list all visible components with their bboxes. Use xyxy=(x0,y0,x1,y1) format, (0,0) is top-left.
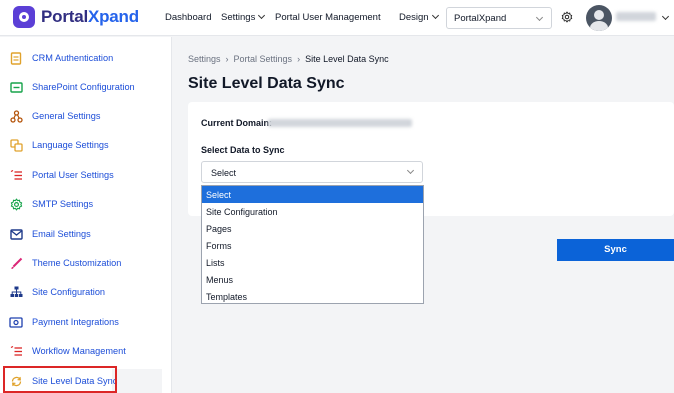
sidebar-item-label: Payment Integrations xyxy=(32,317,119,327)
select-data-label: Select Data to Sync xyxy=(201,145,285,155)
user-name[interactable] xyxy=(616,12,656,21)
sidebar-item-theme-customization[interactable]: Theme Customization xyxy=(0,249,172,277)
sidebar-item-payment-integrations[interactable]: Payment Integrations xyxy=(0,308,172,336)
nav-design[interactable]: Design xyxy=(399,11,439,23)
panel-icon xyxy=(9,80,23,94)
sitemap-icon xyxy=(9,285,23,299)
chevron-down-icon xyxy=(258,11,266,20)
current-domain-value xyxy=(268,119,412,127)
gear-icon xyxy=(9,197,23,211)
site-select[interactable]: PortalXpand xyxy=(446,7,552,29)
logo-icon xyxy=(13,6,35,28)
mail-icon xyxy=(9,227,23,241)
brush-icon xyxy=(9,256,23,270)
option-pages[interactable]: Pages xyxy=(202,220,423,237)
select-value: Select xyxy=(211,168,237,178)
avatar[interactable] xyxy=(586,5,612,31)
chevron-down-icon[interactable] xyxy=(661,12,670,21)
sidebar-item-label: General Settings xyxy=(32,111,101,121)
sidebar-item-label: Email Settings xyxy=(32,229,91,239)
logo-text-accent: Xpand xyxy=(87,7,139,26)
sidebar-item-site-configuration[interactable]: Site Configuration xyxy=(0,278,172,306)
breadcrumb-settings[interactable]: Settings xyxy=(188,54,221,64)
sidebar-item-language-settings[interactable]: Language Settings xyxy=(0,131,172,159)
sidebar-item-portal-user-settings[interactable]: Portal User Settings xyxy=(0,161,172,189)
option-forms[interactable]: Forms xyxy=(202,237,423,254)
chevron-right-icon: › xyxy=(297,54,301,64)
sidebar-item-email-settings[interactable]: Email Settings xyxy=(0,220,172,248)
payment-icon xyxy=(9,315,23,329)
site-select-value: PortalXpand xyxy=(454,13,507,24)
page-title: Site Level Data Sync xyxy=(188,75,345,92)
chevron-down-icon xyxy=(406,166,415,175)
chevron-down-icon xyxy=(535,13,544,22)
sidebar-item-workflow-management[interactable]: Workflow Management xyxy=(0,337,172,365)
sidebar-item-label: Language Settings xyxy=(32,140,109,150)
sidebar-item-crm-authentication[interactable]: CRM Authentication xyxy=(0,44,172,72)
breadcrumb: Settings › Portal Settings › Site Level Data… xyxy=(188,54,389,64)
option-templates[interactable]: Templates xyxy=(202,288,423,305)
document-icon xyxy=(9,51,23,65)
chevron-right-icon: › xyxy=(225,54,229,64)
nav-settings[interactable]: Settings xyxy=(221,11,266,23)
nav-settings-label: Settings xyxy=(221,12,256,23)
gear-icon[interactable] xyxy=(561,11,573,23)
sidebar-item-sharepoint-configuration[interactable]: SharePoint Configuration xyxy=(0,73,172,101)
active-item-highlight xyxy=(3,366,117,393)
list-icon xyxy=(9,344,23,358)
sync-button[interactable]: Sync xyxy=(557,239,674,261)
option-site-configuration[interactable]: Site Configuration xyxy=(202,203,423,220)
logo-text: PortalXpand xyxy=(41,7,139,26)
option-lists[interactable]: Lists xyxy=(202,254,423,271)
sidebar-item-label: Theme Customization xyxy=(32,258,122,268)
data-to-sync-select[interactable]: Select xyxy=(201,161,423,183)
sidebar-item-label: SharePoint Configuration xyxy=(32,82,135,92)
option-select[interactable]: Select xyxy=(202,186,423,203)
breadcrumb-portal-settings[interactable]: Portal Settings xyxy=(234,54,293,64)
sidebar-item-label: Workflow Management xyxy=(32,346,126,356)
option-menus[interactable]: Menus xyxy=(202,271,423,288)
sidebar-item-smtp-settings[interactable]: SMTP Settings xyxy=(0,190,172,218)
nav-design-label: Design xyxy=(399,12,429,23)
breadcrumb-current: Site Level Data Sync xyxy=(305,54,389,64)
data-to-sync-dropdown: Select Site Configuration Pages Forms Li… xyxy=(201,185,424,304)
sidebar-item-label: SMTP Settings xyxy=(32,199,94,209)
translate-icon xyxy=(9,138,23,152)
nav-portal-user-management[interactable]: Portal User Management xyxy=(275,12,381,23)
current-domain-label: Current Domain: xyxy=(201,118,273,128)
nav-dashboard[interactable]: Dashboard xyxy=(165,12,211,23)
sidebar-item-general-settings[interactable]: General Settings xyxy=(0,102,172,130)
sidebar-item-label: Portal User Settings xyxy=(32,170,114,180)
chevron-down-icon xyxy=(431,11,439,20)
app-logo[interactable]: PortalXpand xyxy=(13,6,139,28)
top-bar: PortalXpand Dashboard Settings Portal Us… xyxy=(0,0,674,36)
sidebar-item-label: Site Configuration xyxy=(32,287,106,297)
sidebar-item-label: CRM Authentication xyxy=(32,53,114,63)
nodes-icon xyxy=(9,109,23,123)
list-icon xyxy=(9,168,23,182)
